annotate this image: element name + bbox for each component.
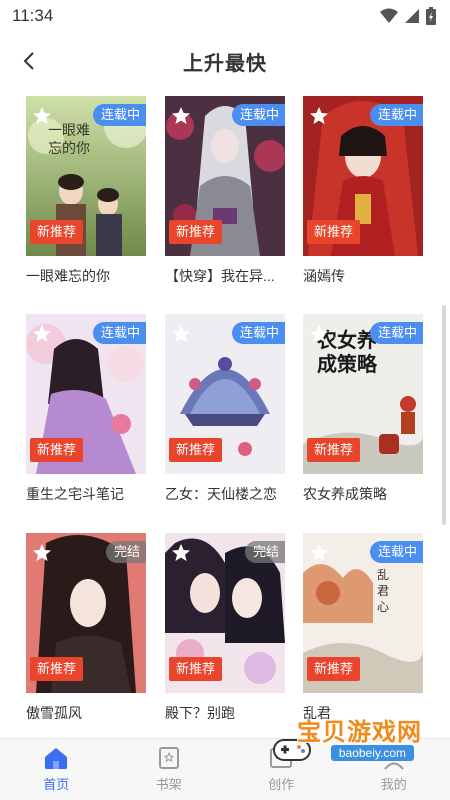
book-card[interactable]: 完结 新推荐 殿下？别跑 xyxy=(165,533,285,723)
book-cover[interactable]: 连载中 新推荐 xyxy=(303,96,423,256)
book-card[interactable]: 农女养成策略 连载中 新推荐 农女养成策略 xyxy=(303,314,423,504)
star-icon[interactable] xyxy=(32,324,52,344)
book-cover[interactable]: 完结 新推荐 xyxy=(26,533,146,693)
book-card[interactable]: 连载中 新推荐 重生之宅斗笔记 xyxy=(26,314,146,504)
book-title[interactable]: 傲雪孤风 xyxy=(26,703,146,723)
header: 上升最快 xyxy=(0,38,450,84)
signal-icon xyxy=(405,9,419,23)
star-icon[interactable] xyxy=(171,106,191,126)
recommend-badge: 新推荐 xyxy=(307,220,361,244)
status-bar: 11:34 xyxy=(0,0,450,32)
cover-title-text: 乱君心 xyxy=(377,568,390,614)
book-title[interactable]: 涵嫣传 xyxy=(303,266,423,286)
book-cover[interactable]: 农女养成策略 连载中 新推荐 xyxy=(303,314,423,474)
book-cover[interactable]: 连载中 新推荐 xyxy=(165,96,285,256)
page-title: 上升最快 xyxy=(183,52,267,75)
book-title[interactable]: 殿下？别跑 xyxy=(165,703,285,723)
book-card[interactable]: 连载中 新推荐 乙女：天仙楼之恋 xyxy=(165,314,285,504)
book-cover[interactable]: 一眼难忘的你 连载中 新推荐 xyxy=(26,96,146,256)
recommend-badge: 新推荐 xyxy=(169,220,223,244)
star-icon[interactable] xyxy=(32,543,52,563)
watermark-url: baobeiy.com xyxy=(330,745,414,761)
chevron-left-icon xyxy=(23,52,34,70)
home-icon xyxy=(45,748,68,769)
status-badge: 连载中 xyxy=(369,541,423,563)
tab-label: 首页 xyxy=(43,777,70,792)
status-badge: 连载中 xyxy=(369,322,423,344)
recommend-badge: 新推荐 xyxy=(30,220,84,244)
star-icon[interactable] xyxy=(171,324,191,344)
book-title[interactable]: 一眼难忘的你 xyxy=(26,266,146,286)
cover-title-text: 一眼难忘的你 xyxy=(48,123,90,157)
back-button[interactable] xyxy=(14,46,44,76)
status-time: 11:34 xyxy=(12,6,54,25)
book-cover[interactable]: 乱君心 连载中 新推荐 xyxy=(303,533,423,693)
status-badge: 完结 xyxy=(244,541,285,563)
status-badge: 连载中 xyxy=(92,322,146,344)
battery-icon xyxy=(426,7,436,25)
status-badge: 连载中 xyxy=(231,322,285,344)
book-card[interactable]: 连载中 新推荐 涵嫣传 xyxy=(303,96,423,286)
book-card[interactable]: 完结 新推荐 傲雪孤风 xyxy=(26,533,146,723)
book-cover[interactable]: 连载中 新推荐 xyxy=(26,314,146,474)
star-icon[interactable] xyxy=(309,543,329,563)
status-icons xyxy=(380,7,436,25)
book-card[interactable]: 连载中 新推荐 【快穿】我在异... xyxy=(165,96,285,286)
bookshelf-icon xyxy=(158,747,179,769)
book-title[interactable]: 乙女：天仙楼之恋 xyxy=(165,484,285,504)
star-icon[interactable] xyxy=(309,106,329,126)
tab-bookshelf[interactable]: 书架 xyxy=(113,739,226,800)
recommend-badge: 新推荐 xyxy=(169,657,223,681)
book-title[interactable]: 重生之宅斗笔记 xyxy=(26,484,146,504)
recommend-badge: 新推荐 xyxy=(30,657,84,681)
wifi-icon xyxy=(380,8,398,23)
recommend-badge: 新推荐 xyxy=(30,438,84,462)
book-card[interactable]: 乱君心 连载中 新推荐 乱君 xyxy=(303,533,423,723)
status-badge: 完结 xyxy=(105,541,146,563)
watermark: 宝贝游戏网 baobeiy.com xyxy=(272,712,422,778)
star-icon[interactable] xyxy=(32,106,52,126)
status-badge: 连载中 xyxy=(369,104,423,126)
star-icon[interactable] xyxy=(171,543,191,563)
tab-label: 书架 xyxy=(155,777,182,792)
book-title[interactable]: 农女养成策略 xyxy=(303,484,423,504)
recommend-badge: 新推荐 xyxy=(169,438,223,462)
book-title[interactable]: 【快穿】我在异... xyxy=(165,266,285,286)
tab-home[interactable]: 首页 xyxy=(0,739,113,800)
scrollbar[interactable] xyxy=(442,305,446,525)
book-cover[interactable]: 完结 新推荐 xyxy=(165,533,285,693)
book-card[interactable]: 一眼难忘的你 连载中 新推荐 一眼难忘的你 xyxy=(26,96,146,286)
book-cover[interactable]: 连载中 新推荐 xyxy=(165,314,285,474)
status-badge: 连载中 xyxy=(231,104,285,126)
status-badge: 连载中 xyxy=(92,104,146,126)
recommend-badge: 新推荐 xyxy=(307,657,361,681)
star-icon[interactable] xyxy=(309,324,329,344)
watermark-title: 宝贝游戏网 xyxy=(297,719,422,746)
recommend-badge: 新推荐 xyxy=(307,438,361,462)
